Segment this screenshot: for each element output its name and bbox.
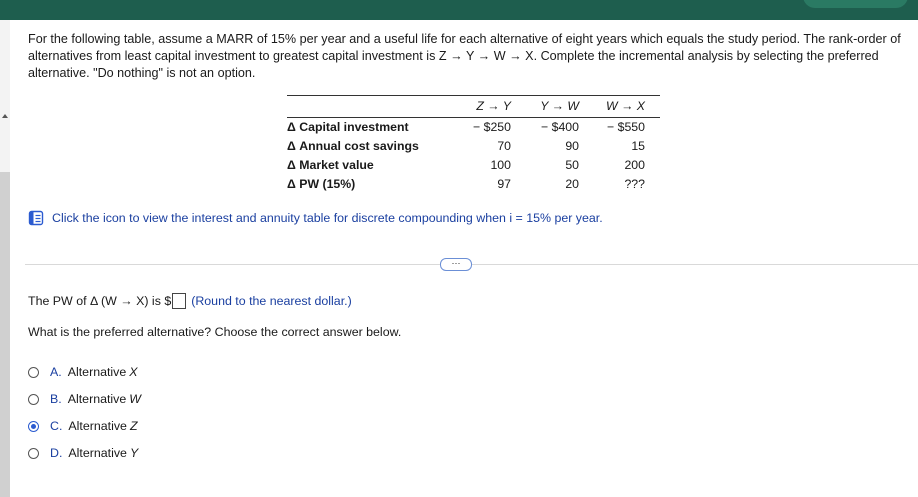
- pw-answer-input[interactable]: [172, 293, 187, 309]
- left-scrollbar[interactable]: [0, 20, 10, 497]
- row-label: Δ Capital investment: [287, 120, 409, 134]
- table-cell: 15: [631, 139, 645, 153]
- table-header: Z → Y Y → W W → X: [287, 96, 660, 118]
- option-a[interactable]: A. Alternative X: [28, 365, 138, 379]
- table-cell: ???: [624, 177, 645, 191]
- book-icon[interactable]: [28, 210, 44, 226]
- table-row: Δ Annual cost savings 70 90 15: [287, 139, 660, 157]
- reference-text[interactable]: Click the icon to view the interest and …: [52, 211, 603, 225]
- option-c[interactable]: C. Alternative Z: [28, 419, 138, 433]
- expand-more-button[interactable]: ⋯: [440, 258, 472, 271]
- radio-button[interactable]: [28, 447, 39, 459]
- row-label: Δ Annual cost savings: [287, 139, 419, 153]
- option-letter: B.: [50, 392, 62, 406]
- table-cell: 90: [565, 139, 579, 153]
- option-text: Alternative: [68, 419, 127, 433]
- table-row: Δ PW (15%) 97 20 ???: [287, 177, 660, 195]
- table-cell: − $250: [473, 120, 511, 134]
- option-alternative: Z: [129, 419, 138, 433]
- table-cell: 97: [497, 177, 511, 191]
- row-label: Δ Market value: [287, 158, 374, 172]
- question-text: For the following table, assume a MARR o…: [28, 32, 901, 80]
- option-letter: A.: [50, 365, 62, 379]
- column-header: Z → Y: [476, 99, 511, 113]
- scroll-up-arrow-icon[interactable]: [2, 114, 8, 118]
- preferred-question: What is the preferred alternative? Choos…: [28, 325, 402, 339]
- table-cell: 100: [490, 158, 511, 172]
- table-cell: − $550: [607, 120, 645, 134]
- option-alternative: Y: [129, 446, 139, 460]
- table-cell: 70: [497, 139, 511, 153]
- pw-prompt-text: The PW of Δ (W → X) is $: [28, 294, 172, 308]
- radio-button[interactable]: [28, 393, 39, 405]
- rounding-note: (Round to the nearest dollar.): [191, 294, 352, 308]
- incremental-table: Z → Y Y → W W → X Δ Capital investment −…: [287, 95, 660, 191]
- option-text: Alternative: [67, 365, 127, 379]
- table-row: Δ Capital investment − $250 − $400 − $55…: [287, 120, 660, 138]
- table-row: Δ Market value 100 50 200: [287, 158, 660, 176]
- option-b[interactable]: B. Alternative W: [28, 392, 141, 406]
- table-cell: 20: [565, 177, 579, 191]
- row-label: Δ PW (15%): [287, 177, 356, 191]
- radio-button-selected[interactable]: [28, 420, 39, 432]
- column-header: Y → W: [540, 99, 579, 113]
- table-cell: 200: [624, 158, 645, 172]
- option-alternative: X: [129, 365, 138, 379]
- column-header: W → X: [606, 99, 645, 113]
- table-cell: 50: [565, 158, 579, 172]
- option-text: Alternative: [68, 446, 127, 460]
- pw-question: The PW of Δ (W → X) is $ (Round to the n…: [28, 293, 352, 309]
- option-alternative: W: [129, 392, 141, 406]
- top-bar-button[interactable]: [803, 0, 908, 8]
- table-reference-link[interactable]: Click the icon to view the interest and …: [28, 210, 603, 226]
- option-text: Alternative: [67, 392, 127, 406]
- scrollbar-thumb[interactable]: [0, 172, 10, 497]
- radio-button[interactable]: [28, 366, 39, 378]
- table-cell: − $400: [541, 120, 579, 134]
- option-letter: C.: [50, 419, 63, 433]
- top-bar: [0, 0, 918, 20]
- option-d[interactable]: D. Alternative Y: [28, 446, 138, 460]
- option-letter: D.: [50, 446, 63, 460]
